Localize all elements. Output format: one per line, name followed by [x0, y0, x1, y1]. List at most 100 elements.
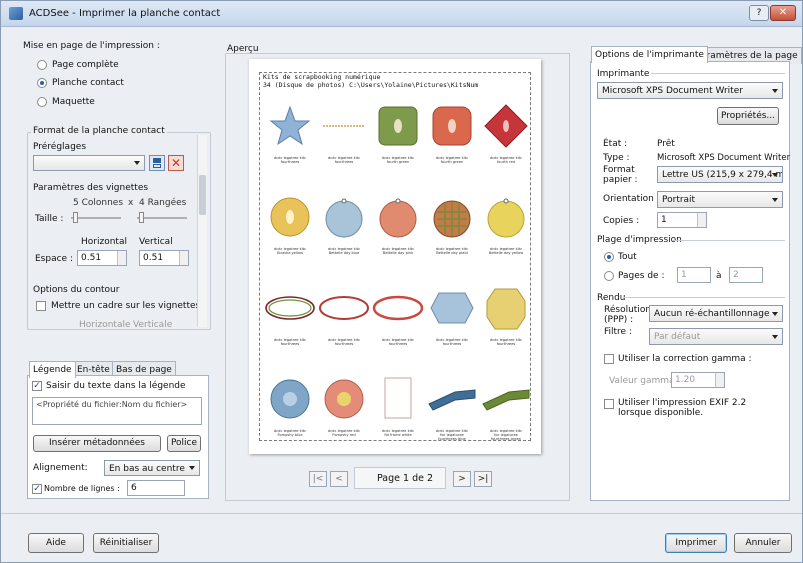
- preview-page: Kits de scrapbooking numérique 34 (Disqu…: [249, 59, 541, 454]
- thumbnail: dcdc legatree kitc fourth red: [479, 101, 533, 179]
- next-page-button[interactable]: >: [453, 471, 471, 487]
- range-to-label: à: [716, 271, 722, 281]
- gamma-checkbox-label: Utiliser la correction gamma :: [618, 354, 752, 364]
- font-button[interactable]: Police: [167, 435, 201, 452]
- thumbnail-caption: dcdc legatree kitc foc legaturee fourthree…: [489, 429, 523, 442]
- space-v-field[interactable]: 0.51: [139, 250, 189, 266]
- save-preset-icon[interactable]: [149, 155, 165, 171]
- cancel-button[interactable]: Annuler: [734, 533, 792, 553]
- orientation-combo[interactable]: Portrait: [657, 191, 783, 208]
- size-slider-thumb-2[interactable]: [139, 212, 144, 223]
- properties-button[interactable]: Propriétés...: [717, 107, 779, 125]
- border-h-label: Horizontale: [79, 320, 131, 330]
- thumbnail-caption: dcdc legatree kitc Bettelle day plaid: [435, 247, 469, 256]
- thumbnail-image: [482, 389, 530, 411]
- presets-label: Préréglages: [33, 142, 87, 152]
- thumbnail-caption: dcdc legatree kitc fourthrees: [327, 338, 361, 347]
- thumbnail: dcdc legatree kitc Bettelle day plaid: [425, 192, 479, 270]
- help-footer-button[interactable]: Aide: [28, 533, 84, 553]
- gamma-checkbox[interactable]: [604, 354, 614, 364]
- exif-checkbox[interactable]: [604, 399, 614, 409]
- tab-caption[interactable]: Légende: [29, 361, 76, 378]
- thumbnail-caption: dcdc legatree kitc fourthrees: [327, 156, 361, 165]
- copies-label: Copies :: [603, 216, 640, 226]
- lines-checkbox[interactable]: ✓: [32, 484, 42, 494]
- thumbnail-image: [269, 105, 311, 146]
- radio-full-page-label: Page complète: [52, 60, 119, 70]
- format-combo[interactable]: Lettre US (215,9 x 279,4 mm: [657, 166, 783, 183]
- radio-layout[interactable]: [37, 97, 47, 107]
- printer-combo[interactable]: Microsoft XPS Document Writer: [597, 82, 783, 99]
- align-label: Alignement:: [33, 463, 88, 473]
- thumbnail-image: [430, 292, 474, 324]
- size-slider-track-1[interactable]: [71, 217, 121, 219]
- radio-full-page[interactable]: [37, 60, 47, 70]
- last-page-button[interactable]: >|: [474, 471, 492, 487]
- thumbnail-image: [270, 197, 310, 237]
- chevron-down-icon: [772, 311, 778, 316]
- help-icon: ?: [756, 8, 762, 18]
- space-label: Espace :: [35, 254, 73, 264]
- print-button[interactable]: Imprimer: [665, 533, 727, 553]
- printer-section-title: Imprimante: [597, 69, 650, 79]
- thumbnail: dcdc legatree kitc Kicathe yellow: [263, 192, 317, 270]
- prev-page-button[interactable]: <: [330, 471, 348, 487]
- render-divider: [623, 297, 785, 298]
- thumbnail-image: [433, 200, 471, 238]
- border-checkbox[interactable]: [36, 301, 46, 311]
- thumbnail: dcdc legatree kitc Fompshy blue: [263, 374, 317, 452]
- caption-checkbox-label: Saisir du texte dans la légende: [46, 381, 186, 391]
- delete-preset-icon[interactable]: ✕: [168, 155, 184, 171]
- footer-divider: [1, 513, 802, 514]
- space-h-field[interactable]: 0.51: [77, 250, 127, 266]
- thumbnail: dcdc legatree kitc fourthrees: [371, 283, 425, 361]
- thumbnail-image: [487, 198, 525, 238]
- close-button[interactable]: ✕: [770, 5, 796, 21]
- range-to-field[interactable]: 2: [729, 267, 763, 283]
- radio-contact-sheet[interactable]: [37, 78, 47, 88]
- layout-title: Mise en page de l'impression :: [23, 41, 160, 51]
- first-page-button[interactable]: |<: [309, 471, 327, 487]
- thumbnail: dcdc legatree kitc fourthrees: [425, 283, 479, 361]
- thumbnail-caption: dcdc legatree kitc Fompshy red: [327, 429, 361, 438]
- help-button[interactable]: ?: [749, 5, 769, 21]
- resolution-label: Résolution (PPP) :: [604, 305, 652, 325]
- thumbnail-image: [378, 106, 418, 146]
- thumbnail-caption: dcdc legatree kitc fid frame white: [381, 429, 415, 438]
- filter-combo[interactable]: Par défaut: [649, 328, 783, 345]
- insert-metadata-button[interactable]: Insérer métadonnées: [33, 435, 161, 452]
- caption-textarea[interactable]: <Propriété du fichier:Nom du fichier>: [32, 397, 202, 425]
- range-from-field[interactable]: 1: [677, 267, 711, 283]
- lines-field[interactable]: 6: [127, 480, 185, 496]
- range-title: Plage d'impression: [597, 235, 682, 245]
- radio-contact-sheet-label: Planche contact: [52, 78, 124, 88]
- reset-button[interactable]: Réinitialiser: [93, 533, 159, 553]
- thumbnail: dcdc legatree kitc fourthrees: [263, 283, 317, 361]
- contact-scrollbar[interactable]: [197, 135, 207, 327]
- thumbnail-image: [325, 198, 363, 238]
- thumbnail-caption: dcdc legatree kitc fourth green: [435, 156, 469, 165]
- presets-combo[interactable]: [33, 155, 145, 171]
- scroll-thumb[interactable]: [199, 175, 206, 215]
- thumbnail-caption: dcdc legatree kitc Bettelle day pink: [381, 247, 415, 256]
- thumbnail-caption: dcdc legatree kitc fourthrees: [435, 338, 469, 347]
- chevron-down-icon: [134, 161, 140, 165]
- caption-checkbox[interactable]: ✓: [32, 381, 42, 391]
- thumbnail-caption: dcdc legatree kitc Bettelle day blue: [327, 247, 361, 256]
- copies-field[interactable]: 1: [657, 212, 707, 228]
- resolution-combo[interactable]: Aucun ré-échantillonnage: [649, 305, 783, 322]
- thumbnail: dcdc legatree kitc Fompshy red: [317, 374, 371, 452]
- thumbnail-image: [319, 296, 369, 320]
- align-combo[interactable]: En bas au centre: [104, 460, 200, 476]
- tab-printer-options[interactable]: Options de l'imprimante: [591, 46, 708, 63]
- thumbnail-caption: dcdc legatree kitc fourth red: [489, 156, 523, 165]
- radio-all-pages[interactable]: [604, 252, 614, 262]
- chevron-down-icon: [772, 334, 778, 339]
- thumbnail-caption: dcdc legatree kitc fourthrees: [273, 338, 307, 347]
- thumbnail-image: [265, 296, 315, 320]
- radio-page-range[interactable]: [604, 271, 614, 281]
- size-slider-thumb-1[interactable]: [73, 212, 78, 223]
- size-slider-track-2[interactable]: [137, 217, 187, 219]
- gamma-field[interactable]: 1.20: [671, 372, 725, 388]
- app-icon: [9, 7, 23, 20]
